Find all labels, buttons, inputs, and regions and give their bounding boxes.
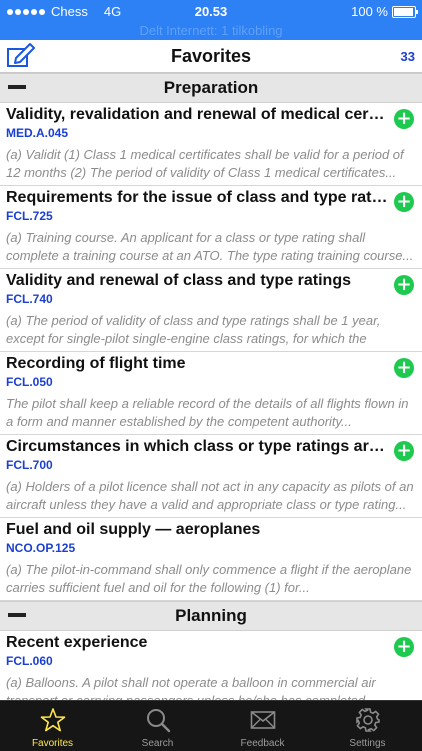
item-code: FCL.060 bbox=[6, 654, 53, 668]
status-row: Chess 4G 20.53 100 % bbox=[0, 4, 422, 20]
favorites-list[interactable]: Preparation Validity, revalidation and r… bbox=[0, 73, 422, 700]
section-header-preparation[interactable]: Preparation bbox=[0, 73, 422, 103]
item-code: FCL.050 bbox=[6, 375, 53, 389]
battery-icon bbox=[392, 5, 418, 18]
tab-settings[interactable]: Settings bbox=[315, 701, 420, 751]
add-icon[interactable]: + bbox=[394, 275, 414, 295]
tab-bar: Favorites Search Feedback Settings bbox=[0, 700, 422, 751]
item-code: NCO.OP.125 bbox=[6, 541, 76, 555]
tab-favorites[interactable]: Favorites bbox=[0, 701, 105, 751]
list-item[interactable]: Recording of flight time FCL.050 The pil… bbox=[0, 352, 422, 435]
tab-label: Settings bbox=[349, 738, 386, 749]
list-item[interactable]: Fuel and oil supply — aeroplanes NCO.OP.… bbox=[0, 518, 422, 601]
tab-label: Feedback bbox=[240, 738, 285, 749]
section-title: Preparation bbox=[163, 78, 259, 97]
add-icon[interactable]: + bbox=[394, 637, 414, 657]
list-item[interactable]: Recent experience FCL.060 (a) Balloons. … bbox=[0, 631, 422, 700]
list-item[interactable]: Validity and renewal of class and type r… bbox=[0, 269, 422, 352]
search-icon bbox=[147, 709, 171, 733]
page-title: Favorites bbox=[170, 46, 252, 66]
section-header-planning[interactable]: Planning bbox=[0, 601, 422, 631]
section-title: Planning bbox=[175, 606, 247, 625]
list-item[interactable]: Requirements for the issue of class and … bbox=[0, 186, 422, 269]
item-code: FCL.725 bbox=[6, 209, 53, 223]
tab-search[interactable]: Search bbox=[105, 701, 210, 751]
item-code: MED.A.045 bbox=[6, 126, 69, 140]
item-title: Fuel and oil supply — aeroplanes bbox=[6, 521, 261, 538]
status-bar: Chess 4G 20.53 100 % Delt Internett: 1 t… bbox=[0, 0, 422, 40]
favorites-count: 33 bbox=[400, 49, 415, 64]
mail-icon bbox=[250, 711, 276, 729]
tab-feedback[interactable]: Feedback bbox=[210, 701, 315, 751]
add-icon[interactable]: + bbox=[394, 192, 414, 212]
battery-info: 100 % bbox=[351, 4, 418, 19]
item-description: (a) Holders of a pilot licence shall not… bbox=[6, 479, 414, 512]
item-code: FCL.740 bbox=[6, 292, 53, 306]
add-icon[interactable]: + bbox=[394, 109, 414, 129]
add-icon[interactable]: + bbox=[394, 358, 414, 378]
list-item[interactable]: Circumstances in which class or type rat… bbox=[0, 435, 422, 518]
item-title: Recent experience bbox=[6, 634, 148, 651]
battery-percent: 100 % bbox=[351, 4, 388, 19]
add-icon[interactable]: + bbox=[394, 441, 414, 461]
star-icon bbox=[40, 708, 66, 732]
item-description: (a) Training course. An applicant for a … bbox=[6, 230, 414, 263]
item-title: Validity, revalidation and renewal of me… bbox=[6, 106, 388, 123]
item-title: Validity and renewal of class and type r… bbox=[6, 272, 351, 289]
item-code: FCL.700 bbox=[6, 458, 53, 472]
item-description: (a) The pilot-in-command shall only comm… bbox=[6, 562, 412, 595]
item-title: Circumstances in which class or type rat… bbox=[6, 438, 388, 455]
tab-label: Search bbox=[141, 738, 174, 749]
tab-label: Favorites bbox=[31, 738, 74, 749]
item-title: Recording of flight time bbox=[6, 355, 186, 372]
hotspot-banner[interactable]: Delt Internett: 1 tilkobling bbox=[0, 23, 422, 38]
gear-icon bbox=[356, 708, 380, 732]
item-title: Requirements for the issue of class and … bbox=[6, 189, 388, 206]
item-description: The pilot shall keep a reliable record o… bbox=[6, 396, 409, 429]
item-description: (a) Balloons. A pilot shall not operate … bbox=[6, 675, 376, 700]
item-description: (a) Validit (1) Class 1 medical certific… bbox=[6, 147, 404, 180]
item-description: (a) The period of validity of class and … bbox=[6, 313, 381, 346]
navigation-bar: Favorites 33 bbox=[0, 40, 422, 73]
list-item[interactable]: Validity, revalidation and renewal of me… bbox=[0, 103, 422, 186]
